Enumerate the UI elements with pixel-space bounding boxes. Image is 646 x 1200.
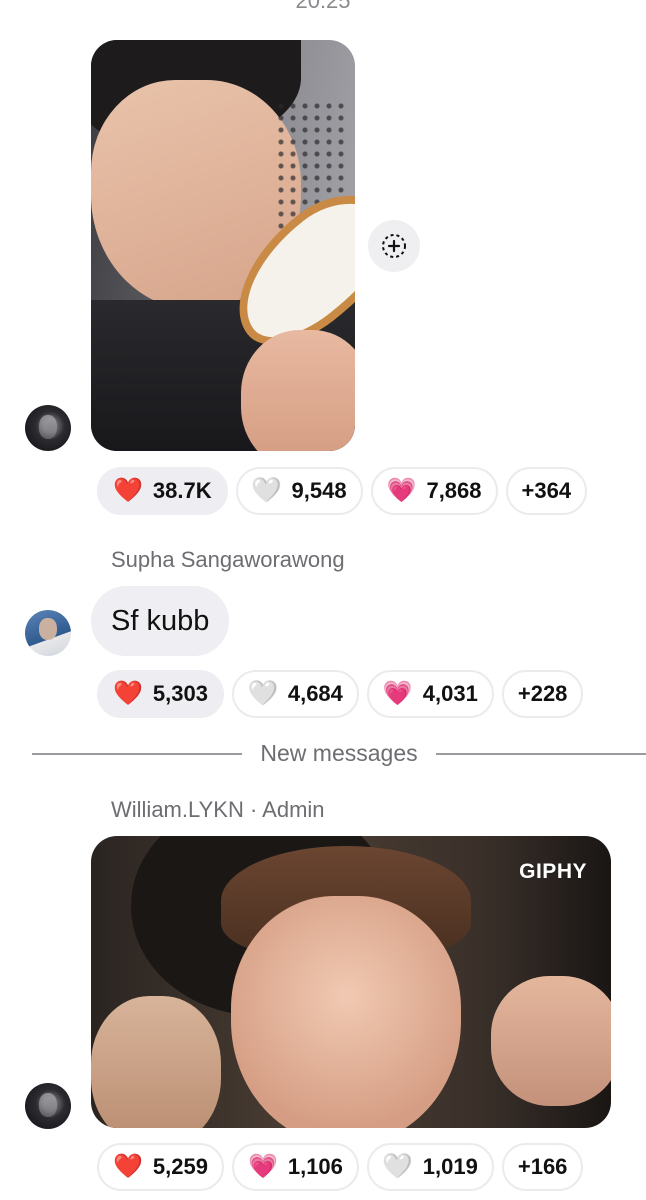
new-messages-divider: New messages (32, 740, 646, 767)
reaction-count: 4,684 (287, 681, 343, 706)
divider-line (32, 752, 243, 755)
reaction-white-heart[interactable]: 🤍 9,548 (235, 467, 363, 515)
pink-heart-icon: 💗 (386, 477, 417, 504)
add-reaction-icon (382, 234, 406, 258)
reaction-count: +364 (521, 478, 572, 503)
divider-line (435, 752, 646, 755)
reaction-bar: ❤️ 38.7K 🤍 9,548 💗 7,868 +364 (97, 467, 588, 515)
reaction-bar: ❤️ 5,259 💗 1,106 🤍 1,019 +166 (97, 1143, 584, 1191)
reaction-white-heart[interactable]: 🤍 4,684 (231, 670, 359, 718)
reaction-count: 38.7K (152, 478, 212, 503)
avatar[interactable] (25, 405, 71, 451)
reaction-count: 5,303 (152, 681, 208, 706)
reaction-red-heart[interactable]: ❤️ 5,303 (97, 670, 224, 718)
reaction-count: 1,019 (422, 1154, 478, 1179)
reaction-red-heart[interactable]: ❤️ 5,259 (97, 1143, 224, 1191)
reaction-count: 9,548 (291, 478, 347, 503)
white-heart-icon: 🤍 (251, 477, 282, 504)
sender-name: Supha Sangaworawong (111, 547, 345, 572)
pink-heart-icon: 💗 (247, 1153, 278, 1180)
reaction-red-heart[interactable]: ❤️ 38.7K (97, 467, 228, 515)
reaction-count: 7,868 (426, 478, 482, 503)
red-heart-icon: ❤️ (113, 680, 143, 707)
white-heart-icon: 🤍 (382, 1153, 413, 1180)
message-timestamp: 20:25 (295, 0, 351, 13)
red-heart-icon: ❤️ (113, 477, 143, 504)
reaction-count: 4,031 (422, 681, 478, 706)
more-reactions-button[interactable]: +166 (501, 1143, 584, 1191)
gif-message[interactable]: GIPHY (91, 836, 611, 1128)
avatar[interactable] (25, 610, 71, 656)
reaction-count: +166 (517, 1154, 568, 1179)
reaction-pink-heart[interactable]: 💗 4,031 (366, 670, 494, 718)
add-reaction-button[interactable] (368, 220, 420, 272)
message-bubble[interactable]: Sf kubb (91, 586, 230, 656)
reaction-count: 5,259 (152, 1154, 208, 1179)
reaction-white-heart[interactable]: 🤍 1,019 (366, 1143, 494, 1191)
white-heart-icon: 🤍 (247, 680, 278, 707)
red-heart-icon: ❤️ (113, 1153, 143, 1180)
reaction-bar: ❤️ 5,303 🤍 4,684 💗 4,031 +228 (97, 670, 584, 718)
more-reactions-button[interactable]: +364 (505, 467, 588, 515)
reaction-pink-heart[interactable]: 💗 1,106 (231, 1143, 359, 1191)
more-reactions-button[interactable]: +228 (501, 670, 584, 718)
divider-label: New messages (260, 740, 418, 766)
sender-name: William.LYKN · Admin (111, 797, 325, 822)
reaction-count: +228 (517, 681, 568, 706)
giphy-badge: GIPHY (519, 860, 587, 883)
shared-photo[interactable] (91, 40, 355, 451)
reaction-count: 1,106 (287, 1154, 343, 1179)
pink-heart-icon: 💗 (382, 680, 413, 707)
reaction-pink-heart[interactable]: 💗 7,868 (370, 467, 498, 515)
avatar[interactable] (25, 1083, 71, 1129)
